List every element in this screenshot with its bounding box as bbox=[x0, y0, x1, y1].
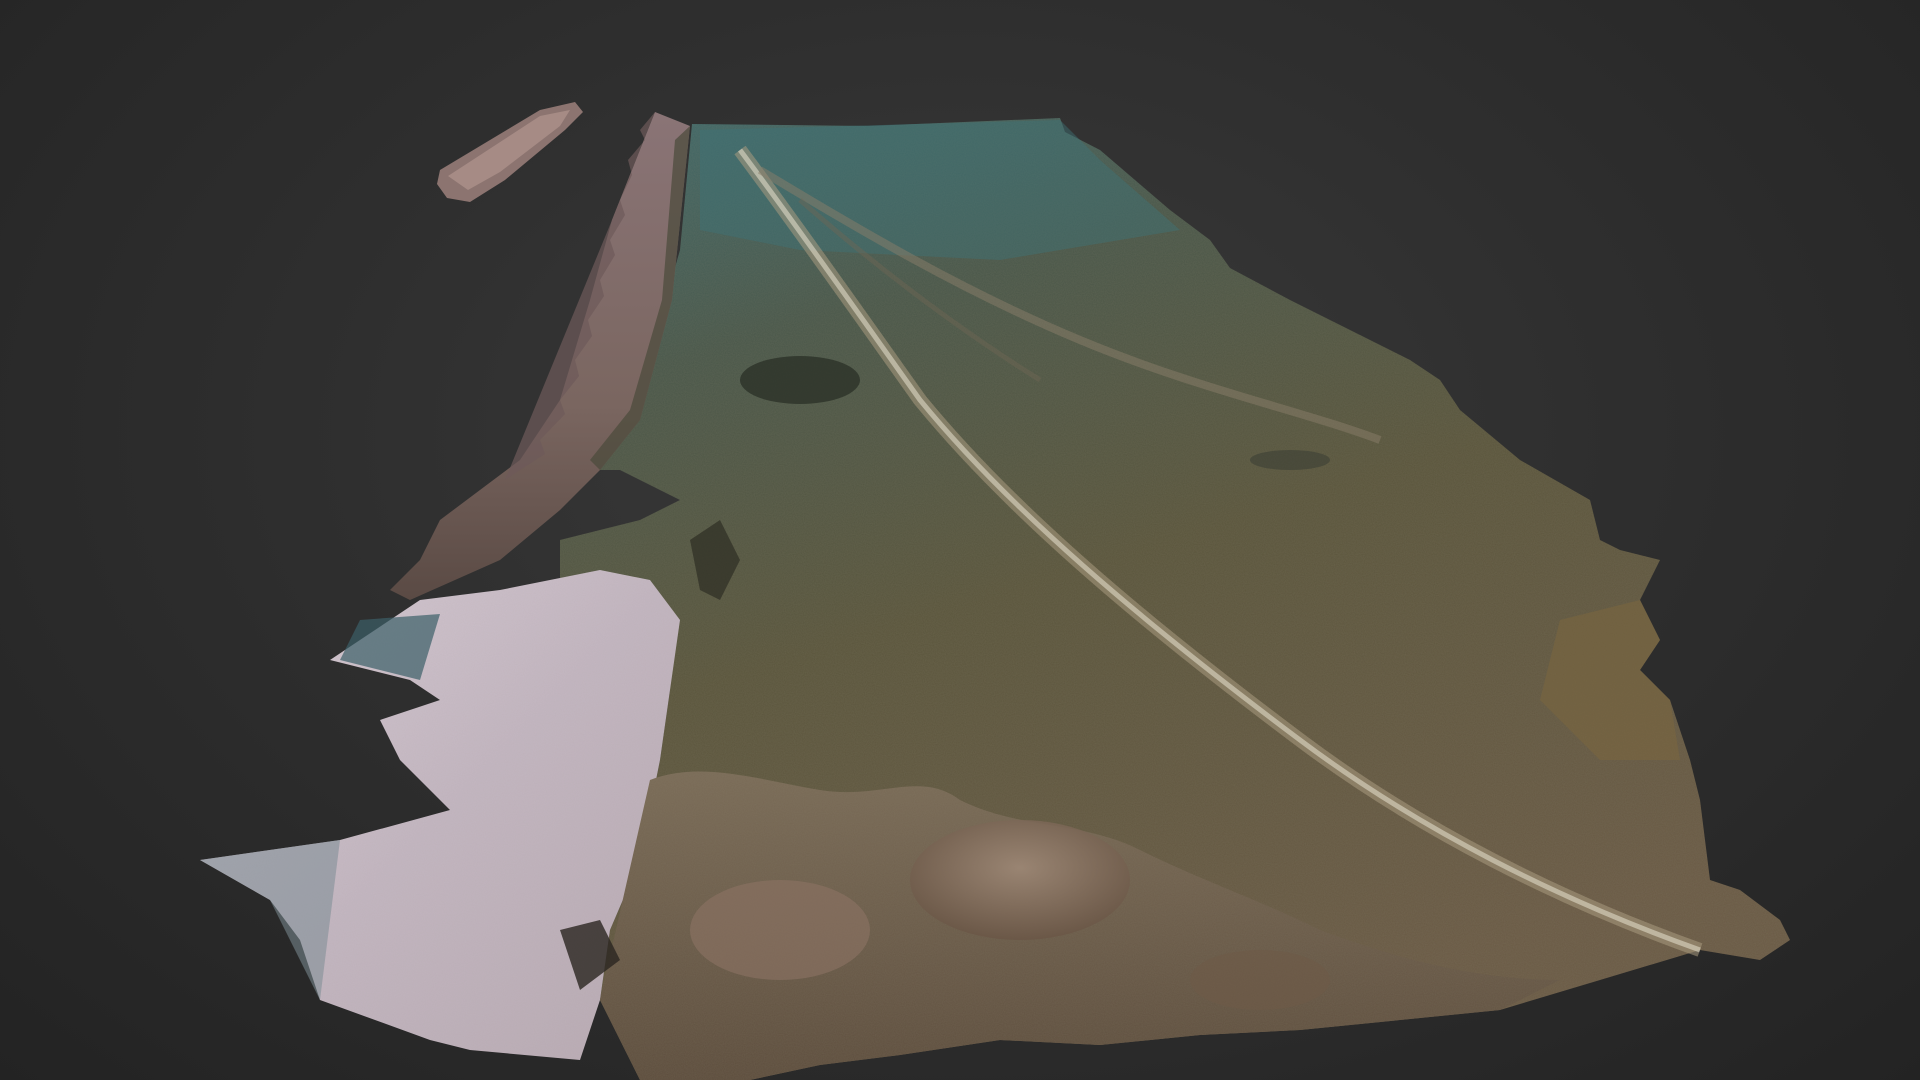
detached-rock-fragment bbox=[437, 102, 583, 202]
3d-viewport[interactable] bbox=[0, 0, 1920, 1080]
photogrammetry-model[interactable] bbox=[0, 0, 1920, 1080]
